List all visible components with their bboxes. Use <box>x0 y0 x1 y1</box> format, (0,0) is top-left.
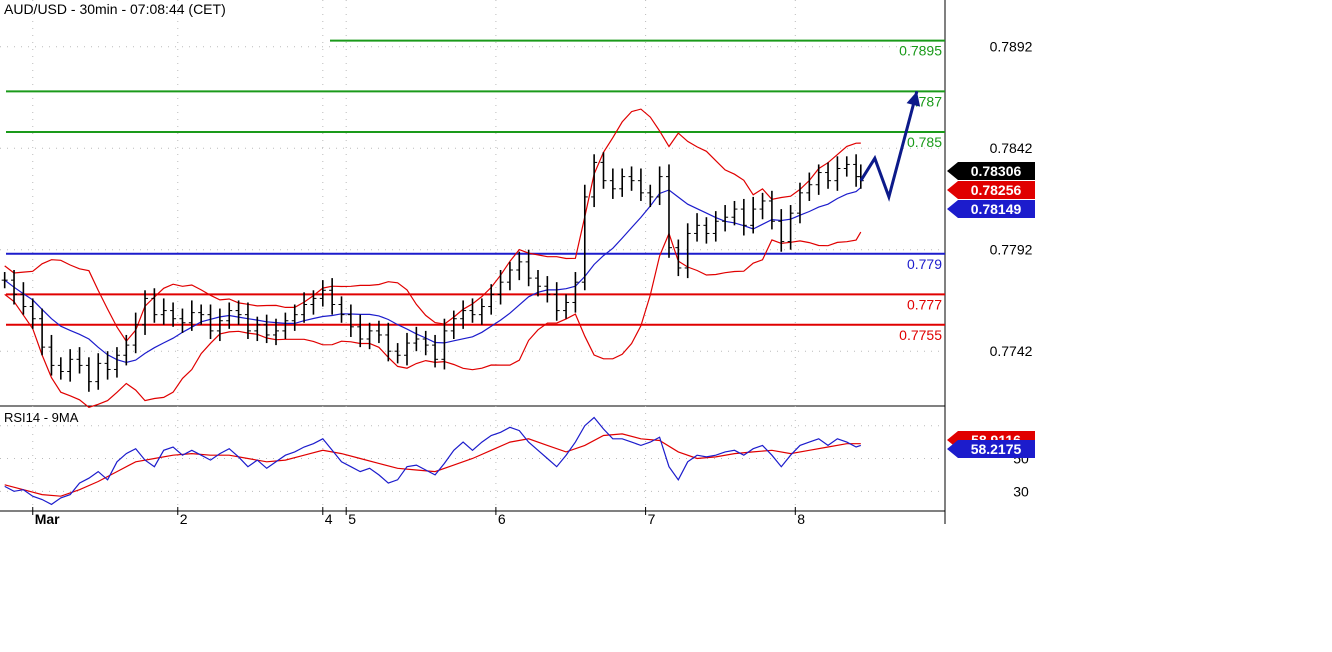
rsi-panel-label: RSI14 - 9MA <box>4 410 79 425</box>
x-tick-label: 4 <box>325 511 333 527</box>
x-tick-label: Mar <box>35 511 60 527</box>
x-tick-label: 6 <box>498 511 506 527</box>
support-level-label: 0.777 <box>907 296 942 312</box>
chart-title: AUD/USD - 30min - 07:08:44 (CET) <box>4 1 226 17</box>
rsi-tag-text: 58.2175 <box>971 441 1022 457</box>
price-y-tick-label: 0.7792 <box>990 242 1033 258</box>
x-tick-label: 2 <box>180 511 188 527</box>
chart: 0.7895.787 0.785 0.779 0.777 0.7755 0.7892 0.… <box>0 0 1332 647</box>
price-tag-text: 0.78256 <box>971 182 1022 198</box>
pivot-level-label: 0.779 <box>907 256 942 272</box>
rsi-y-tick-label: 30 <box>1013 483 1029 499</box>
resistance-level-label: 0.785 <box>907 134 942 150</box>
resistance-level-label: 0.7895 <box>899 43 942 59</box>
price-tag-text: 0.78306 <box>971 163 1022 179</box>
price-y-tick-label: 0.7892 <box>990 39 1033 55</box>
price-y-tick-label: 0.7842 <box>990 140 1033 156</box>
x-tick-label: 7 <box>648 511 656 527</box>
x-tick-label: 5 <box>348 511 356 527</box>
price-tag-text: 0.78149 <box>971 201 1022 217</box>
chart-svg: 0.7895.7870.7850.7790.7770.7755 0.78920.… <box>0 0 1332 647</box>
price-y-tick-label: 0.7742 <box>990 343 1033 359</box>
support-level-label: 0.7755 <box>899 327 942 343</box>
x-tick-label: 8 <box>797 511 805 527</box>
